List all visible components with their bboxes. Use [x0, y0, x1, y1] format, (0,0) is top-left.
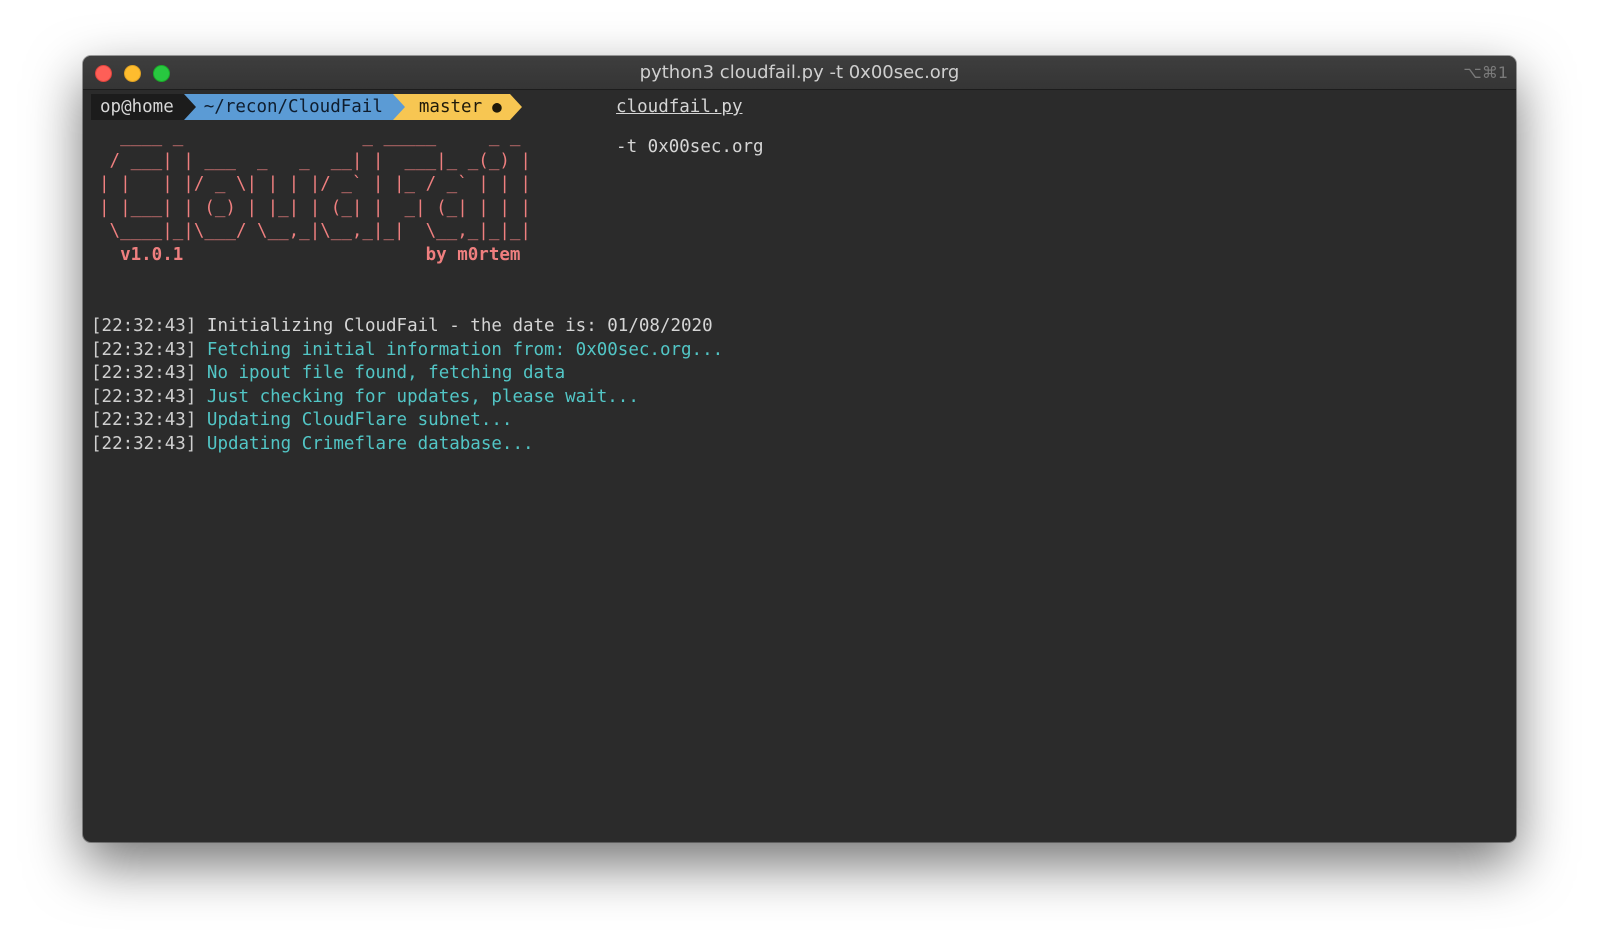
terminal-content[interactable]: op@home ~/recon/CloudFail master ● pytho…: [83, 57, 1516, 460]
title-bar[interactable]: python3 cloudfail.py -t 0x00sec.org ⌥⌘1: [83, 56, 1516, 90]
window-title: python3 cloudfail.py -t 0x00sec.org: [639, 62, 960, 83]
log-message: Fetching initial information from: 0x00s…: [206, 339, 724, 360]
prompt-user: op@home: [100, 97, 174, 117]
segment-separator-icon: [183, 94, 196, 120]
log-timestamp: [22:32:43]: [91, 386, 197, 407]
log-line: [22:32:43] Initializing CloudFail - the …: [91, 315, 1508, 339]
log-message: Updating Crimeflare database...: [206, 433, 534, 454]
log-message: Updating CloudFlare subnet...: [206, 410, 513, 430]
log-timestamp: [22:32:43]: [91, 410, 197, 430]
command-file: cloudfail.py: [616, 97, 743, 117]
shell-prompt: op@home ~/recon/CloudFail master ● pytho…: [91, 57, 1508, 157]
log-line: [22:32:43] Fetching initial information …: [91, 339, 1508, 363]
log-line: [22:32:43] Updating Crimeflare database.…: [91, 433, 1508, 457]
log-message: No ipout file found, fetching data: [206, 363, 566, 383]
log-output: [22:32:43] Initializing CloudFail - the …: [91, 315, 1508, 456]
log-timestamp: [22:32:43]: [91, 363, 197, 383]
log-line: [22:32:43] Updating CloudFlare subnet...: [91, 409, 1508, 433]
banner-version: v1.0.1: [120, 244, 184, 265]
terminal-window: python3 cloudfail.py -t 0x00sec.org ⌥⌘1 …: [83, 56, 1516, 842]
log-message: Initializing CloudFail - the date is: 01…: [206, 316, 713, 336]
prompt-dir-segment: ~/recon/CloudFail: [183, 94, 405, 120]
log-timestamp: [22:32:43]: [91, 433, 197, 454]
segment-separator-icon: [509, 94, 522, 120]
log-line: [22:32:43] Just checking for updates, pl…: [91, 386, 1508, 410]
log-timestamp: [22:32:43]: [91, 316, 197, 336]
prompt-branch: master: [418, 97, 483, 117]
log-message: Just checking for updates, please wait..…: [206, 386, 639, 407]
dirty-indicator-icon: ●: [492, 97, 502, 116]
prompt-git-segment: master ●: [392, 94, 522, 120]
banner-version-line: v1.0.1 by m0rtem: [99, 244, 1508, 268]
tab-shortcut: ⌥⌘1: [1463, 63, 1508, 82]
banner-author: by m0rtem: [425, 244, 521, 265]
log-line: [22:32:43] No ipout file found, fetching…: [91, 362, 1508, 386]
command-args: -t 0x00sec.org: [616, 137, 764, 157]
segment-separator-icon: [392, 94, 405, 120]
prompt-user-segment: op@home: [91, 94, 196, 120]
prompt-directory: ~/recon/CloudFail: [203, 97, 383, 117]
ascii-banner: ____ _ _ _____ _ _ / ___| | ___ _ _ __| …: [99, 127, 531, 241]
log-timestamp: [22:32:43]: [91, 339, 197, 360]
